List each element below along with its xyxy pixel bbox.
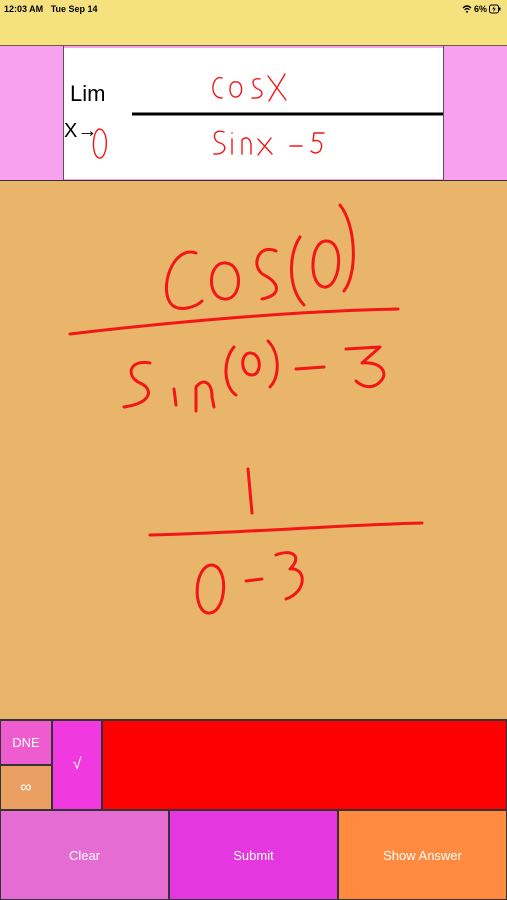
show-answer-button[interactable]: Show Answer	[338, 810, 507, 900]
battery-percent: 6%	[473, 4, 487, 14]
status-time: 12:03 AM Tue Sep 14	[4, 4, 98, 14]
status-indicators: 6%	[462, 4, 501, 14]
battery-charging-icon	[489, 4, 501, 14]
sqrt-button[interactable]: √	[52, 720, 102, 810]
handwritten-work-ink	[68, 203, 424, 615]
answer-row: DNE ∞ √	[0, 720, 507, 810]
problem-expression-ink	[92, 73, 443, 159]
status-clock: 12:03 AM	[4, 4, 44, 14]
right-side-panel	[443, 46, 507, 180]
drawing-canvas[interactable]	[0, 181, 507, 720]
submit-button[interactable]: Submit	[169, 810, 338, 900]
left-side-panel	[0, 46, 64, 180]
status-bar: 12:03 AM Tue Sep 14 6%	[0, 0, 507, 46]
clear-button[interactable]: Clear	[0, 810, 169, 900]
wifi-icon	[462, 5, 472, 13]
status-date: Tue Sep 14	[50, 4, 98, 14]
action-bar: Clear Submit Show Answer	[0, 810, 507, 900]
infinity-button[interactable]: ∞	[0, 765, 52, 810]
problem-panel: Lim X→	[0, 46, 507, 181]
dne-button[interactable]: DNE	[0, 720, 52, 765]
answer-input-field[interactable]	[102, 720, 507, 810]
problem-display: Lim X→	[64, 48, 443, 179]
